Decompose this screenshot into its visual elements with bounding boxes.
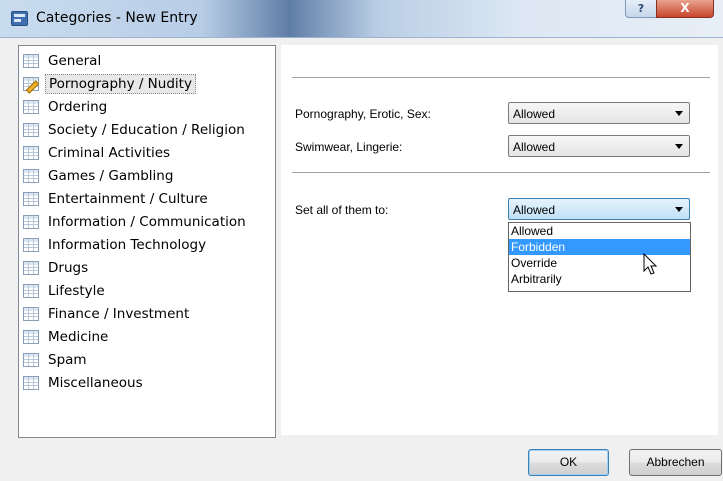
app-icon	[11, 11, 28, 26]
category-item-miscellaneous[interactable]: Miscellaneous	[23, 372, 146, 393]
select-value: Allowed	[513, 140, 556, 154]
option-override[interactable]: Override	[509, 255, 690, 271]
category-item-criminal-activities[interactable]: Criminal Activities	[23, 142, 173, 163]
divider	[292, 77, 710, 78]
category-label: Miscellaneous	[48, 374, 143, 391]
pornography-field-label: Pornography, Erotic, Sex:	[295, 107, 431, 121]
category-label: General	[48, 52, 102, 69]
grid-icon	[23, 352, 39, 367]
grid-icon	[23, 375, 39, 390]
swimwear-select[interactable]: Allowed	[508, 135, 690, 157]
category-label: Drugs	[48, 259, 89, 276]
category-label: Spam	[48, 351, 87, 368]
category-label: Society / Education / Religion	[48, 121, 245, 138]
category-label: Information / Communication	[48, 213, 246, 230]
category-label: Entertainment / Culture	[48, 190, 208, 207]
option-forbidden[interactable]: Forbidden	[509, 239, 690, 255]
category-label: Lifestyle	[48, 282, 105, 299]
grid-icon	[23, 329, 39, 344]
window-title: Categories - New Entry	[36, 10, 198, 26]
ok-button[interactable]: OK	[528, 449, 609, 476]
category-item-entertainment-culture[interactable]: Entertainment / Culture	[23, 188, 211, 209]
category-item-drugs[interactable]: Drugs	[23, 257, 91, 278]
grid-icon	[23, 99, 39, 114]
category-item-information-communication[interactable]: Information / Communication	[23, 211, 249, 232]
grid-icon	[23, 145, 39, 160]
swimwear-field-label: Swimwear, Lingerie:	[295, 140, 403, 154]
grid-icon	[23, 53, 39, 68]
title-bar[interactable]: Categories - New Entry ? X	[0, 0, 723, 38]
grid-icon	[23, 237, 39, 252]
category-label: Finance / Investment	[48, 305, 190, 322]
grid-icon	[23, 306, 39, 321]
category-item-society-education-religion[interactable]: Society / Education / Religion	[23, 119, 248, 140]
grid-icon	[23, 260, 39, 275]
category-label: Ordering	[48, 98, 108, 115]
dialog-window: Categories - New Entry ? X General Porno…	[0, 0, 723, 481]
grid-icon	[23, 122, 39, 137]
option-arbitrarily[interactable]: Arbitrarily	[509, 271, 690, 287]
cancel-button[interactable]: Abbrechen	[629, 449, 722, 476]
category-item-games-gambling[interactable]: Games / Gambling	[23, 165, 176, 186]
category-item-information-technology[interactable]: Information Technology	[23, 234, 209, 255]
chevron-down-icon	[675, 207, 683, 212]
category-item-general[interactable]: General	[23, 50, 104, 71]
grid-icon	[23, 283, 39, 298]
edit-grid-icon	[23, 76, 39, 91]
pornography-select[interactable]: Allowed	[508, 102, 690, 124]
category-label: Pornography / Nudity	[45, 73, 196, 94]
category-label: Information Technology	[48, 236, 207, 253]
set-all-select[interactable]: Allowed	[508, 198, 690, 220]
category-label: Games / Gambling	[48, 167, 174, 184]
chevron-down-icon	[675, 144, 683, 149]
category-label: Medicine	[48, 328, 109, 345]
grid-icon	[23, 168, 39, 183]
select-value: Allowed	[513, 203, 556, 217]
grid-icon	[23, 214, 39, 229]
help-button[interactable]: ?	[625, 0, 657, 18]
chevron-down-icon	[675, 111, 683, 116]
divider	[292, 172, 710, 173]
grid-icon	[23, 191, 39, 206]
category-item-pornography-nudity[interactable]: Pornography / Nudity	[23, 73, 196, 94]
category-list[interactable]: General Pornography / Nudity Ordering So…	[18, 45, 276, 438]
set-all-label: Set all of them to:	[295, 203, 389, 217]
category-item-finance-investment[interactable]: Finance / Investment	[23, 303, 192, 324]
category-item-ordering[interactable]: Ordering	[23, 96, 110, 117]
category-item-lifestyle[interactable]: Lifestyle	[23, 280, 108, 301]
close-button[interactable]: X	[656, 0, 714, 18]
category-item-medicine[interactable]: Medicine	[23, 326, 111, 347]
option-allowed[interactable]: Allowed	[509, 223, 690, 239]
category-item-spam[interactable]: Spam	[23, 349, 90, 370]
select-value: Allowed	[513, 107, 556, 121]
category-label: Criminal Activities	[48, 144, 171, 161]
mouse-pointer-icon	[643, 253, 658, 275]
set-all-dropdown-list[interactable]: Allowed Forbidden Override Arbitrarily	[508, 222, 691, 292]
